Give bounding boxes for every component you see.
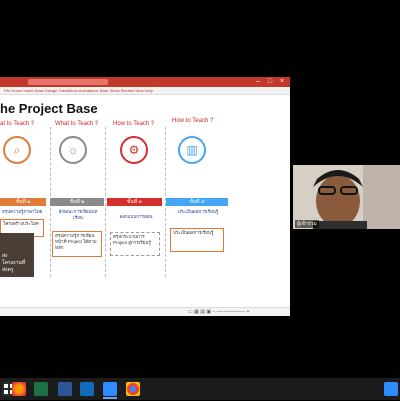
ribbon-tabs[interactable]: File Home Insert Draw Design Transitions… [4,87,153,94]
dark-card: ส่ง โครงงานที่ ส่งครู [0,233,34,277]
column-3-box[interactable]: สรุปกระบวนการ Project สู่การเรียนรู้ [110,232,160,256]
edge-icon[interactable] [80,382,94,396]
dark-card-text: ส่ง โครงงานที่ ส่งครู [2,253,26,273]
ribbon: File Home Insert Draw Design Transitions… [0,87,290,95]
stage-band-4: ขั้นที่ ๔ [166,198,228,206]
stage-band-2: ขั้นที่ ๒ [50,198,104,206]
tray-icon[interactable] [384,382,398,396]
gear-bulb-icon: ⚙ [120,136,148,164]
participant-name: ผู้เข้าร่วม [295,220,319,228]
minimize-icon[interactable]: – [254,78,262,86]
status-bar: ▭ ▦ ▤ ▣ − ──────── + [0,307,290,316]
view-zoom-controls[interactable]: ▭ ▦ ▤ ▣ − ──────── + [188,309,249,315]
excel-icon[interactable] [34,382,48,396]
powerpoint-window: – □ × File Home Insert Draw Design Trans… [0,77,290,316]
chart-icon: ▥ [178,136,206,164]
column-2-text: ลักษณะการเขียนบทเรียน [58,209,98,220]
question-4: How to Teach ? [172,118,214,124]
magnifier-icon: ⌕ [3,136,31,164]
column-3-text: ออกแบบการสอน [119,214,153,219]
word-icon[interactable] [58,382,72,396]
firefox-icon[interactable] [12,382,26,396]
column-4-box: ประเมินผลการเรียนรู้ [170,228,224,252]
stage-band-3: ขั้นที่ ๓ [107,198,162,206]
lightbulb-icon: ☼ [59,136,87,164]
question-1: at to Teach ? [0,121,35,127]
close-icon[interactable]: × [278,78,286,86]
chrome-icon[interactable] [126,382,140,396]
title-bar: – □ × [0,77,290,87]
search-input[interactable] [28,79,108,85]
taskbar [0,378,400,400]
question-3: How to Teach ? [113,121,155,127]
column-1-text: สรุปความรู้ภาษาไทย [2,209,43,214]
slide-canvas: he Project Base at to Teach ? What to Te… [0,97,284,307]
zoom-icon[interactable] [103,382,117,399]
stage-band-1: ขั้นที่ ๑ [0,198,46,206]
column-divider [105,127,106,277]
slide-title: he Project Base [0,101,98,116]
maximize-icon[interactable]: □ [266,78,274,86]
webcam-tile[interactable]: ผู้เข้าร่วม [293,165,400,229]
column-2-box: สรุปความรู้การเขียนหน้าที่ Project ได้ตา… [52,231,102,257]
column-4-text: ประเมินผลการเรียนรู้ [177,209,219,214]
question-2: What to Teach ? [55,121,99,127]
